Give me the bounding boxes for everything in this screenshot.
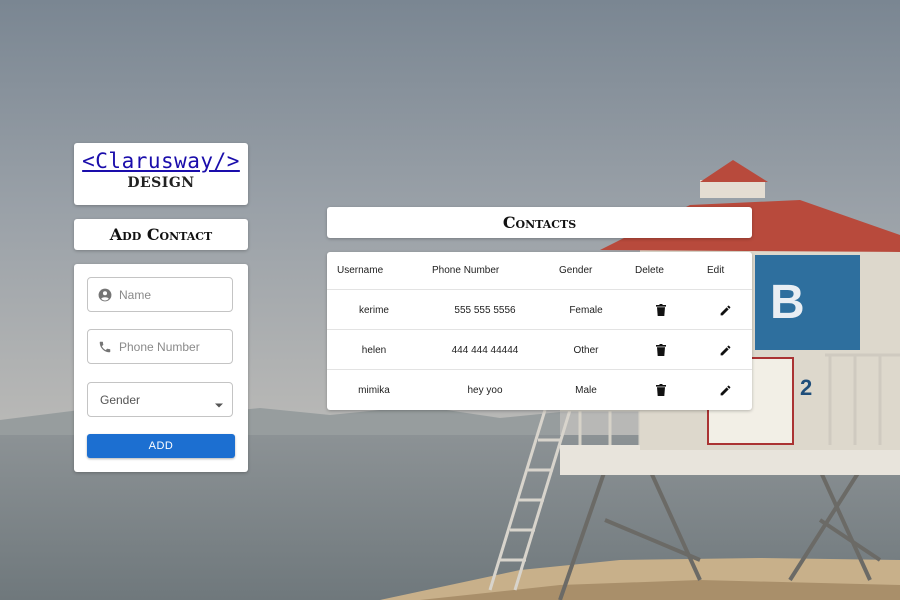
cell-phone: 555 555 5556: [454, 304, 516, 316]
table-row: helen 444 444 44444 Other: [327, 329, 752, 370]
cell-username: kerime: [358, 304, 389, 316]
phone-icon: [98, 340, 112, 354]
column-header-phone: Phone Number: [432, 265, 500, 276]
table-row: mimika hey yoo Male: [327, 369, 752, 410]
name-placeholder: Name: [119, 287, 152, 302]
brand-logo-link[interactable]: <Clarusway/>: [74, 149, 248, 173]
gender-label: Gender: [100, 392, 141, 407]
contacts-title: Contacts: [327, 207, 752, 238]
brand-card: <Clarusway/> DESIGN: [74, 143, 248, 205]
add-contact-title: Add Contact: [74, 219, 248, 250]
cell-phone: 444 444 44444: [451, 344, 519, 356]
cell-phone: hey yoo: [467, 384, 503, 396]
column-header-delete: Delete: [635, 265, 664, 276]
column-header-username: Username: [337, 265, 384, 276]
table-header-row: Username Phone Number Gender Delete Edit: [327, 252, 752, 289]
phone-field[interactable]: Phone Number: [87, 329, 233, 364]
cell-gender: Male: [575, 384, 597, 396]
add-contact-title-text: Add Contact: [109, 225, 213, 244]
phone-placeholder: Phone Number: [119, 339, 200, 354]
edit-icon[interactable]: [715, 290, 735, 330]
contacts-title-text: Contacts: [502, 213, 577, 232]
column-header-edit: Edit: [707, 265, 725, 276]
brand-subtitle: DESIGN: [127, 175, 195, 191]
cell-username: helen: [361, 344, 387, 356]
gender-select[interactable]: Gender: [87, 382, 233, 417]
delete-icon[interactable]: [651, 290, 671, 330]
cell-gender: Female: [569, 304, 603, 316]
delete-icon[interactable]: [651, 330, 671, 370]
add-button[interactable]: ADD: [87, 434, 235, 458]
cell-gender: Other: [573, 344, 599, 356]
edit-icon[interactable]: [715, 330, 735, 370]
svg-text:B: B: [770, 276, 805, 329]
user-icon: [98, 288, 112, 302]
contacts-table: Username Phone Number Gender Delete Edit…: [327, 252, 752, 410]
delete-icon[interactable]: [651, 370, 671, 410]
edit-icon[interactable]: [715, 370, 735, 410]
column-header-gender: Gender: [559, 265, 593, 276]
svg-text:2: 2: [800, 375, 812, 400]
add-contact-form: Name Phone Number Gender ADD: [74, 264, 248, 472]
table-row: kerime 555 555 5556 Female: [327, 289, 752, 330]
name-field[interactable]: Name: [87, 277, 233, 312]
caret-down-icon: [215, 397, 223, 411]
cell-username: mimika: [358, 384, 390, 396]
